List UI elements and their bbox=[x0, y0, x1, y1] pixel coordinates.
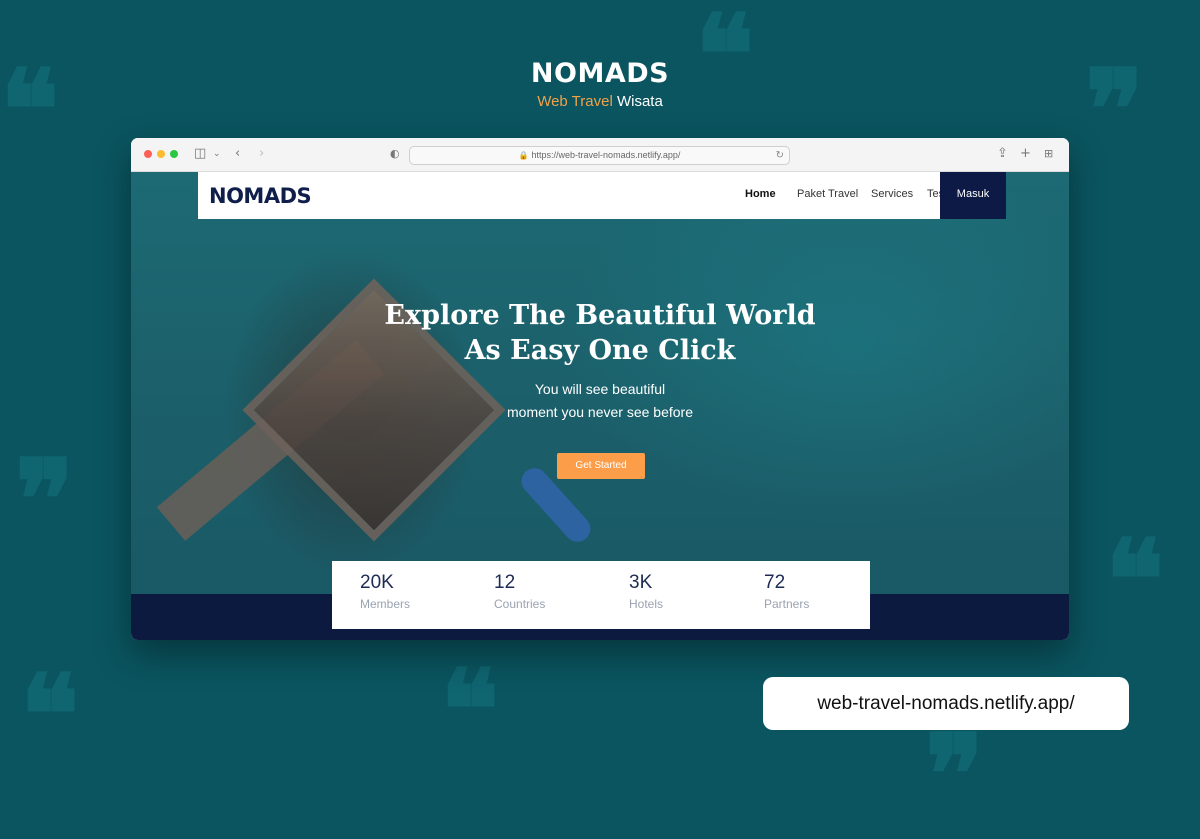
site-navbar: NOMADS Home Paket Travel Services Testim… bbox=[198, 172, 1006, 219]
quote-mark-icon: ❞ bbox=[15, 435, 75, 564]
address-bar[interactable]: 🔒 https://web-travel-nomads.netlify.app/ … bbox=[409, 146, 790, 165]
get-started-button[interactable]: Get Started bbox=[557, 453, 645, 479]
hero-subtitle-line2: moment you never see before bbox=[507, 404, 693, 420]
hero-title-line1: Explore The Beautiful World bbox=[384, 300, 816, 331]
quote-mark-icon: ❝ bbox=[440, 645, 500, 774]
nav-services[interactable]: Services bbox=[871, 188, 913, 200]
showcase-subtitle: Web Travel Wisata bbox=[0, 93, 1200, 110]
close-window-button[interactable] bbox=[144, 150, 152, 158]
hero-title: Explore The Beautiful World As Easy One … bbox=[131, 298, 1069, 368]
showcase-title: NOMADS bbox=[530, 58, 670, 89]
stat-value: 72 bbox=[764, 572, 786, 593]
login-button[interactable]: Masuk bbox=[940, 172, 1006, 219]
quote-mark-icon: ❝ bbox=[20, 650, 80, 779]
site-logo[interactable]: NOMADS bbox=[209, 184, 312, 208]
subtitle-accent: Web Travel bbox=[537, 93, 613, 110]
minimize-window-button[interactable] bbox=[157, 150, 165, 158]
chevron-down-icon[interactable]: ⌄ bbox=[213, 146, 221, 162]
website-page: Explore The Beautiful World As Easy One … bbox=[131, 172, 1069, 640]
stat-value: 12 bbox=[494, 572, 516, 593]
plus-icon[interactable]: + bbox=[1020, 146, 1031, 162]
nav-paket-travel[interactable]: Paket Travel bbox=[797, 188, 858, 200]
hero-title-line2: As Easy One Click bbox=[464, 335, 736, 366]
share-icon[interactable]: ⇪ bbox=[997, 146, 1008, 162]
tab-overview-icon[interactable]: ⊞ bbox=[1044, 146, 1053, 162]
zoom-window-button[interactable] bbox=[170, 150, 178, 158]
stat-item: 12 Countries bbox=[494, 572, 545, 611]
hero-subtitle: You will see beautiful moment you never … bbox=[131, 378, 1069, 424]
site-url-pill[interactable]: web-travel-nomads.netlify.app/ bbox=[763, 677, 1129, 730]
nav-home[interactable]: Home bbox=[745, 188, 776, 200]
address-url: https://web-travel-nomads.netlify.app/ bbox=[531, 150, 681, 160]
stat-label: Partners bbox=[764, 597, 810, 611]
reload-icon[interactable]: ↻ bbox=[776, 147, 784, 164]
stat-label: Hotels bbox=[629, 597, 664, 611]
stats-panel: 20K Members 12 Countries 3K Hotels 72 Pa… bbox=[332, 561, 870, 629]
hero-subtitle-line1: You will see beautiful bbox=[534, 381, 666, 397]
sidebar-toggle-icon[interactable]: ◫ bbox=[194, 146, 206, 162]
chevron-right-icon[interactable]: › bbox=[259, 146, 264, 162]
stat-label: Countries bbox=[494, 597, 546, 611]
privacy-shield-icon[interactable]: ◐ bbox=[390, 146, 400, 162]
stat-item: 72 Partners bbox=[764, 572, 809, 611]
subtitle-rest: Wisata bbox=[612, 93, 663, 110]
lock-icon: 🔒 bbox=[518, 151, 529, 160]
hero-section: Explore The Beautiful World As Easy One … bbox=[131, 172, 1069, 594]
stat-item: 20K Members bbox=[360, 572, 410, 611]
stat-value: 20K bbox=[360, 572, 394, 593]
stat-item: 3K Hotels bbox=[629, 572, 663, 611]
chevron-left-icon[interactable]: ‹ bbox=[235, 146, 240, 162]
stat-value: 3K bbox=[629, 572, 653, 593]
browser-window: ◫ ⌄ ‹ › ◐ 🔒 https://web-travel-nomads.net… bbox=[131, 138, 1069, 640]
quote-mark-icon: ❞ bbox=[925, 710, 985, 839]
quote-mark-icon: ❝ bbox=[1105, 515, 1165, 644]
showcase-header: NOMADS Web Travel Wisata bbox=[0, 58, 1200, 110]
stat-label: Members bbox=[360, 597, 411, 611]
browser-toolbar: ◫ ⌄ ‹ › ◐ 🔒 https://web-travel-nomads.net… bbox=[131, 138, 1069, 172]
